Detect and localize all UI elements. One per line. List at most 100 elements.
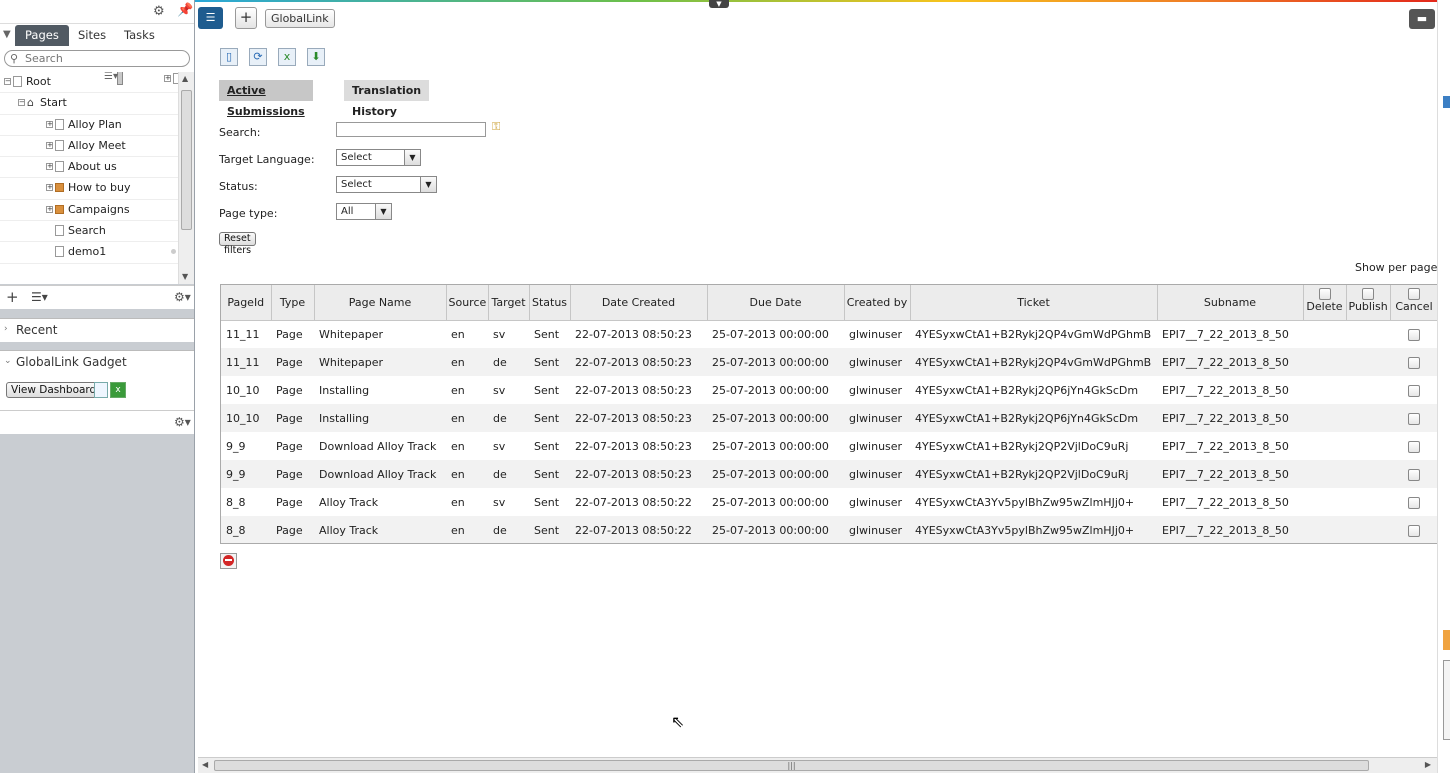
horizontal-scrollbar[interactable]: ◀ ||| ▶ (198, 757, 1437, 773)
expand-icon[interactable]: + (46, 141, 53, 149)
new-document-icon[interactable]: ▯ (220, 48, 238, 66)
collapse-icon[interactable]: − (18, 99, 25, 107)
table-row[interactable]: 10_10 Page Installing en sv Sent 22-07-2013 08… (221, 376, 1437, 404)
cancel-checkbox[interactable] (1408, 412, 1420, 425)
download-icon[interactable]: ⬇ (307, 48, 325, 66)
search-icon[interactable]: ⚿ (492, 120, 500, 134)
tree-item[interactable]: + Alloy Meet (0, 136, 194, 158)
table-row[interactable]: 9_9 Page Download Alloy Track en sv Sent 22-07… (221, 432, 1437, 460)
column-header[interactable]: Subname (1157, 285, 1304, 321)
table-row[interactable]: 8_8 Page Alloy Track en sv Sent 22-07-2013 08:… (221, 488, 1437, 516)
gear-icon[interactable]: ⚙ (153, 4, 167, 19)
tab-translation-history[interactable]: Translation History (344, 80, 430, 118)
globallink-gadget-header[interactable]: ⌄ GlobalLink Gadget (0, 350, 194, 374)
show-per-page-label[interactable]: Show per page (1355, 261, 1437, 274)
refresh-icon[interactable]: ⟳ (249, 48, 267, 66)
tree-item[interactable]: − ⌂ Start (0, 93, 194, 115)
excel-icon[interactable]: x (110, 382, 126, 398)
reset-filters-button[interactable]: Reset filters (219, 232, 257, 256)
column-header[interactable]: Due Date (707, 285, 845, 321)
scroll-thumb[interactable] (181, 90, 192, 230)
status-select[interactable]: Select ▼ (336, 176, 437, 193)
cancel-checkbox[interactable] (1408, 496, 1420, 509)
tree-search-input[interactable] (25, 52, 185, 65)
add-page-icon[interactable]: + (6, 288, 19, 306)
column-header[interactable]: Cancel (1390, 285, 1437, 321)
expand-icon[interactable]: + (164, 75, 171, 82)
tree-item[interactable]: demo1 (0, 242, 194, 264)
scroll-up-arrow[interactable]: ▲ (182, 74, 188, 83)
tree-item[interactable]: + About us (0, 157, 194, 179)
cancel-checkbox[interactable] (1408, 440, 1420, 453)
scroll-down-arrow[interactable]: ▼ (182, 272, 188, 281)
column-header[interactable]: Page Name (314, 285, 447, 321)
expand-icon[interactable]: + (46, 163, 53, 171)
table-cell: 4YESyxwCtA3Yv5pylBhZw95wZlmHJj0+ (910, 516, 1157, 543)
tab-active-submissions[interactable]: Active Submissions (219, 80, 313, 118)
tree-item[interactable]: + Alloy Plan (0, 115, 194, 136)
column-header[interactable]: Type (271, 285, 315, 321)
view-dashboard-button[interactable]: View Dashboard (6, 382, 102, 398)
add-button[interactable]: + (235, 7, 257, 29)
tree-item[interactable]: + Campaigns (0, 200, 194, 222)
column-header[interactable]: Status (529, 285, 571, 321)
expand-icon[interactable]: + (46, 120, 53, 128)
column-header[interactable]: Created by (844, 285, 911, 321)
expand-icon[interactable]: + (46, 205, 53, 213)
table-row[interactable]: 10_10 Page Installing en de Sent 22-07-2013 08… (221, 404, 1437, 432)
cancel-checkbox[interactable] (1408, 356, 1420, 369)
expand-icon[interactable]: + (46, 184, 53, 192)
cancel-checkbox[interactable] (1408, 328, 1420, 341)
search-input[interactable] (336, 122, 486, 137)
target-language-select[interactable]: Select ▼ (336, 149, 421, 166)
scroll-right-arrow[interactable]: ▶ (1425, 760, 1431, 769)
chevron-down-icon[interactable]: ▼ (3, 29, 11, 40)
cancel-checkbox[interactable] (1408, 524, 1420, 537)
tree-item[interactable]: +Alloy Track☰▾ (104, 72, 194, 97)
table-cell: glwinuser (849, 495, 903, 509)
side-toolbar[interactable] (1443, 660, 1450, 740)
cancel-checkbox[interactable] (1408, 384, 1420, 397)
context-menu-icon[interactable]: ☰▾ (104, 72, 118, 84)
gear-icon[interactable]: ⚙▾ (174, 415, 191, 429)
table-row[interactable]: 8_8 Page Alloy Track en de Sent 22-07-2013 08:… (221, 516, 1437, 543)
document-icon[interactable] (94, 382, 108, 398)
column-header[interactable]: Source (446, 285, 489, 321)
table-row[interactable]: 11_11 Page Whitepaper en de Sent 22-07-2013 08… (221, 348, 1437, 376)
tab-tasks[interactable]: Tasks (114, 25, 165, 46)
tree-scrollbar[interactable]: ▲ ▼ (178, 72, 194, 284)
side-tab[interactable] (1443, 630, 1450, 650)
gear-icon[interactable]: ⚙▾ (174, 290, 191, 304)
globallink-button[interactable]: GlobalLink (265, 9, 335, 28)
side-tab[interactable] (1443, 96, 1450, 108)
column-header[interactable]: Delete (1303, 285, 1347, 321)
scroll-thumb[interactable]: ||| (214, 760, 1369, 771)
chevron-down-icon[interactable]: ▼ (709, 0, 729, 8)
tree-item[interactable]: + How to buy (0, 178, 194, 200)
select-all-checkbox[interactable] (1362, 288, 1374, 300)
scroll-left-arrow[interactable]: ◀ (202, 760, 208, 769)
tab-pages[interactable]: Pages (15, 25, 69, 46)
select-all-checkbox[interactable] (1408, 288, 1420, 300)
remove-icon[interactable] (220, 553, 237, 569)
pin-icon[interactable]: 📌 (177, 3, 193, 18)
page-type-select[interactable]: All ▼ (336, 203, 392, 220)
tree-menu-icon[interactable]: ☰▾ (31, 290, 48, 304)
column-header[interactable]: Date Created (570, 285, 708, 321)
folder-icon[interactable]: ▬ (1409, 9, 1435, 29)
table-row[interactable]: 11_11 Page Whitepaper en sv Sent 22-07-2013 08… (221, 320, 1437, 348)
recent-gadget-header[interactable]: › Recent (0, 318, 194, 342)
delete-cell (1303, 460, 1346, 488)
table-row[interactable]: 9_9 Page Download Alloy Track en de Sent 22-07… (221, 460, 1437, 488)
column-header[interactable]: Publish (1346, 285, 1391, 321)
collapse-icon[interactable]: − (4, 78, 11, 85)
select-all-checkbox[interactable] (1318, 288, 1331, 300)
tab-sites[interactable]: Sites (68, 25, 116, 46)
tree-item[interactable]: Search (0, 221, 194, 243)
column-header[interactable]: Ticket (910, 285, 1158, 321)
toggle-navigation-button[interactable]: ☰ (198, 7, 223, 29)
column-header[interactable]: Target (488, 285, 530, 321)
column-header[interactable]: PageId (221, 285, 272, 321)
cancel-checkbox[interactable] (1408, 468, 1420, 481)
excel-export-icon[interactable]: x (278, 48, 296, 66)
